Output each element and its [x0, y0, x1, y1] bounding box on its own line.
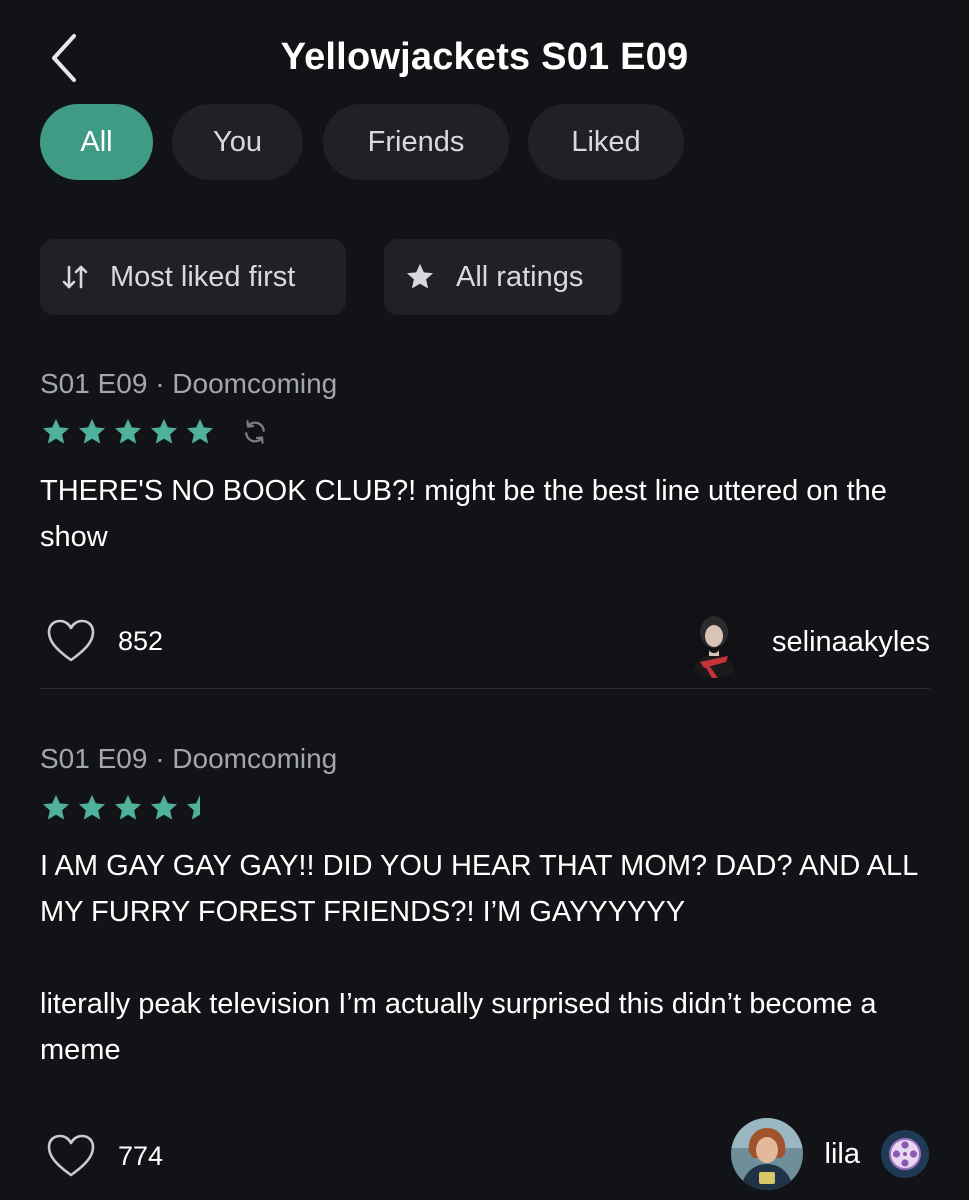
review-episode: S01 E09 · Doomcoming: [40, 368, 338, 399]
sort-label: Most liked first: [110, 260, 296, 293]
heart-icon: [47, 619, 95, 662]
star-icon: [42, 418, 70, 444]
star-rating: [40, 416, 274, 448]
filter-tab-label: All: [80, 125, 113, 158]
heart-icon: [47, 1134, 95, 1177]
review-text: THERE'S NO BOOK CLUB?! might be the best…: [40, 475, 887, 553]
like-count: 852: [118, 625, 164, 656]
star-icon: [186, 418, 214, 444]
sort-arrows-icon: [62, 265, 88, 289]
username: selinaakyles: [772, 625, 930, 658]
divider: [40, 688, 930, 689]
star-icon: [114, 418, 142, 444]
star-icon: [406, 263, 434, 289]
star-icon: [150, 794, 178, 820]
avatar: [678, 606, 751, 678]
review-item: S01 E09 · Doomcoming THERE'S NO BOOK CLU…: [40, 360, 930, 690]
sort-button[interactable]: Most liked first: [40, 239, 346, 315]
reviews-screen: Yellowjackets S01 E09 All You Friends Li…: [0, 0, 969, 1200]
filter-tab-friends[interactable]: Friends: [323, 104, 509, 180]
like-button[interactable]: 852: [46, 618, 163, 664]
avatar: [730, 1118, 803, 1190]
star-icon: [114, 794, 142, 820]
review-author[interactable]: selinaakyles: [678, 606, 930, 678]
star-icon: [78, 418, 106, 444]
filter-tab-label: Liked: [571, 125, 641, 158]
review-text: I AM GAY GAY GAY!! DID YOU HEAR THAT MOM…: [40, 850, 918, 1066]
review-episode: S01 E09 · Doomcoming: [40, 743, 338, 774]
star-rating: [40, 792, 220, 824]
film-reel-badge-icon: [881, 1130, 929, 1178]
filter-tab-liked[interactable]: Liked: [528, 104, 684, 180]
filter-tab-label: You: [213, 125, 262, 158]
like-button[interactable]: 774: [46, 1133, 163, 1179]
half-star-icon: [186, 794, 200, 820]
ratings-filter-label: All ratings: [456, 260, 584, 293]
like-count: 774: [118, 1140, 164, 1171]
review-item: S01 E09 · Doomcoming I AM GAY GAY GAY!! …: [40, 735, 930, 1200]
username: lila: [824, 1137, 860, 1170]
header: Yellowjackets S01 E09: [0, 0, 969, 118]
ratings-filter-button[interactable]: All ratings: [384, 239, 621, 315]
star-icon: [78, 794, 106, 820]
star-icon: [150, 418, 178, 444]
star-icon: [42, 794, 70, 820]
filter-tab-label: Friends: [367, 125, 465, 158]
filter-tab-you[interactable]: You: [172, 104, 303, 180]
page-title: Yellowjackets S01 E09: [280, 36, 689, 78]
rewatch-icon: [245, 420, 265, 444]
filter-tab-all[interactable]: All: [40, 104, 153, 180]
review-author[interactable]: lila: [730, 1118, 930, 1190]
